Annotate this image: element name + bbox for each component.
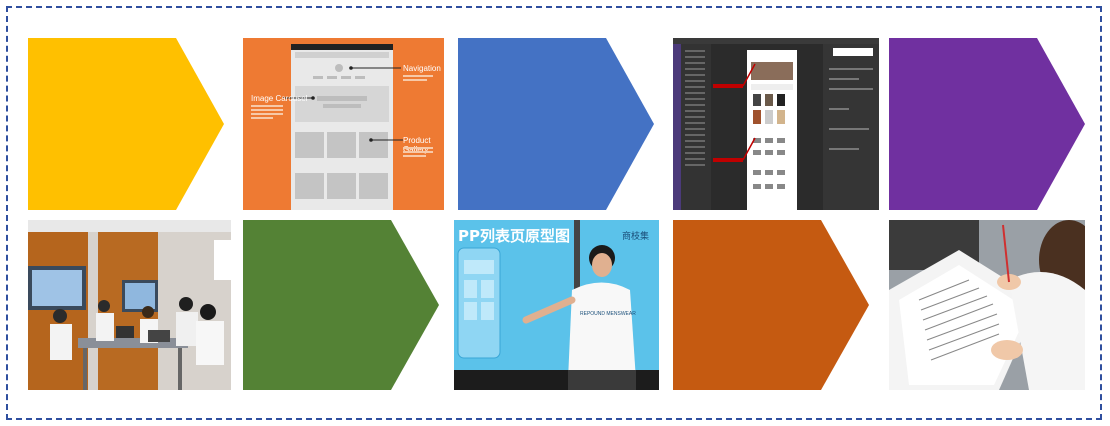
team-meeting-photo	[28, 220, 231, 390]
slide-title: PP列表页原型图	[458, 227, 570, 245]
chevron-yellow	[28, 38, 224, 210]
carousel-desc	[251, 105, 283, 119]
chevron-green	[243, 220, 439, 390]
presentation-photo: PP列表页原型图 商枝集 REPOUND MENSWEAR	[454, 220, 659, 390]
image-carousel-label: Image Carousel	[251, 94, 308, 103]
navigation-label: Navigation	[403, 64, 441, 73]
writing-notes-photo	[889, 220, 1085, 390]
gallery-desc	[403, 147, 433, 157]
navigation-desc	[403, 75, 433, 81]
wireframe-image: Navigation Image Carousel Product Galler…	[243, 38, 444, 210]
design-tool-screenshot	[673, 38, 879, 210]
chevron-orange	[673, 220, 869, 390]
chevron-purple	[889, 38, 1085, 210]
slide-side-label: 商枝集	[622, 232, 650, 242]
shirt-text: REPOUND MENSWEAR	[580, 311, 636, 317]
chevron-blue	[458, 38, 654, 210]
